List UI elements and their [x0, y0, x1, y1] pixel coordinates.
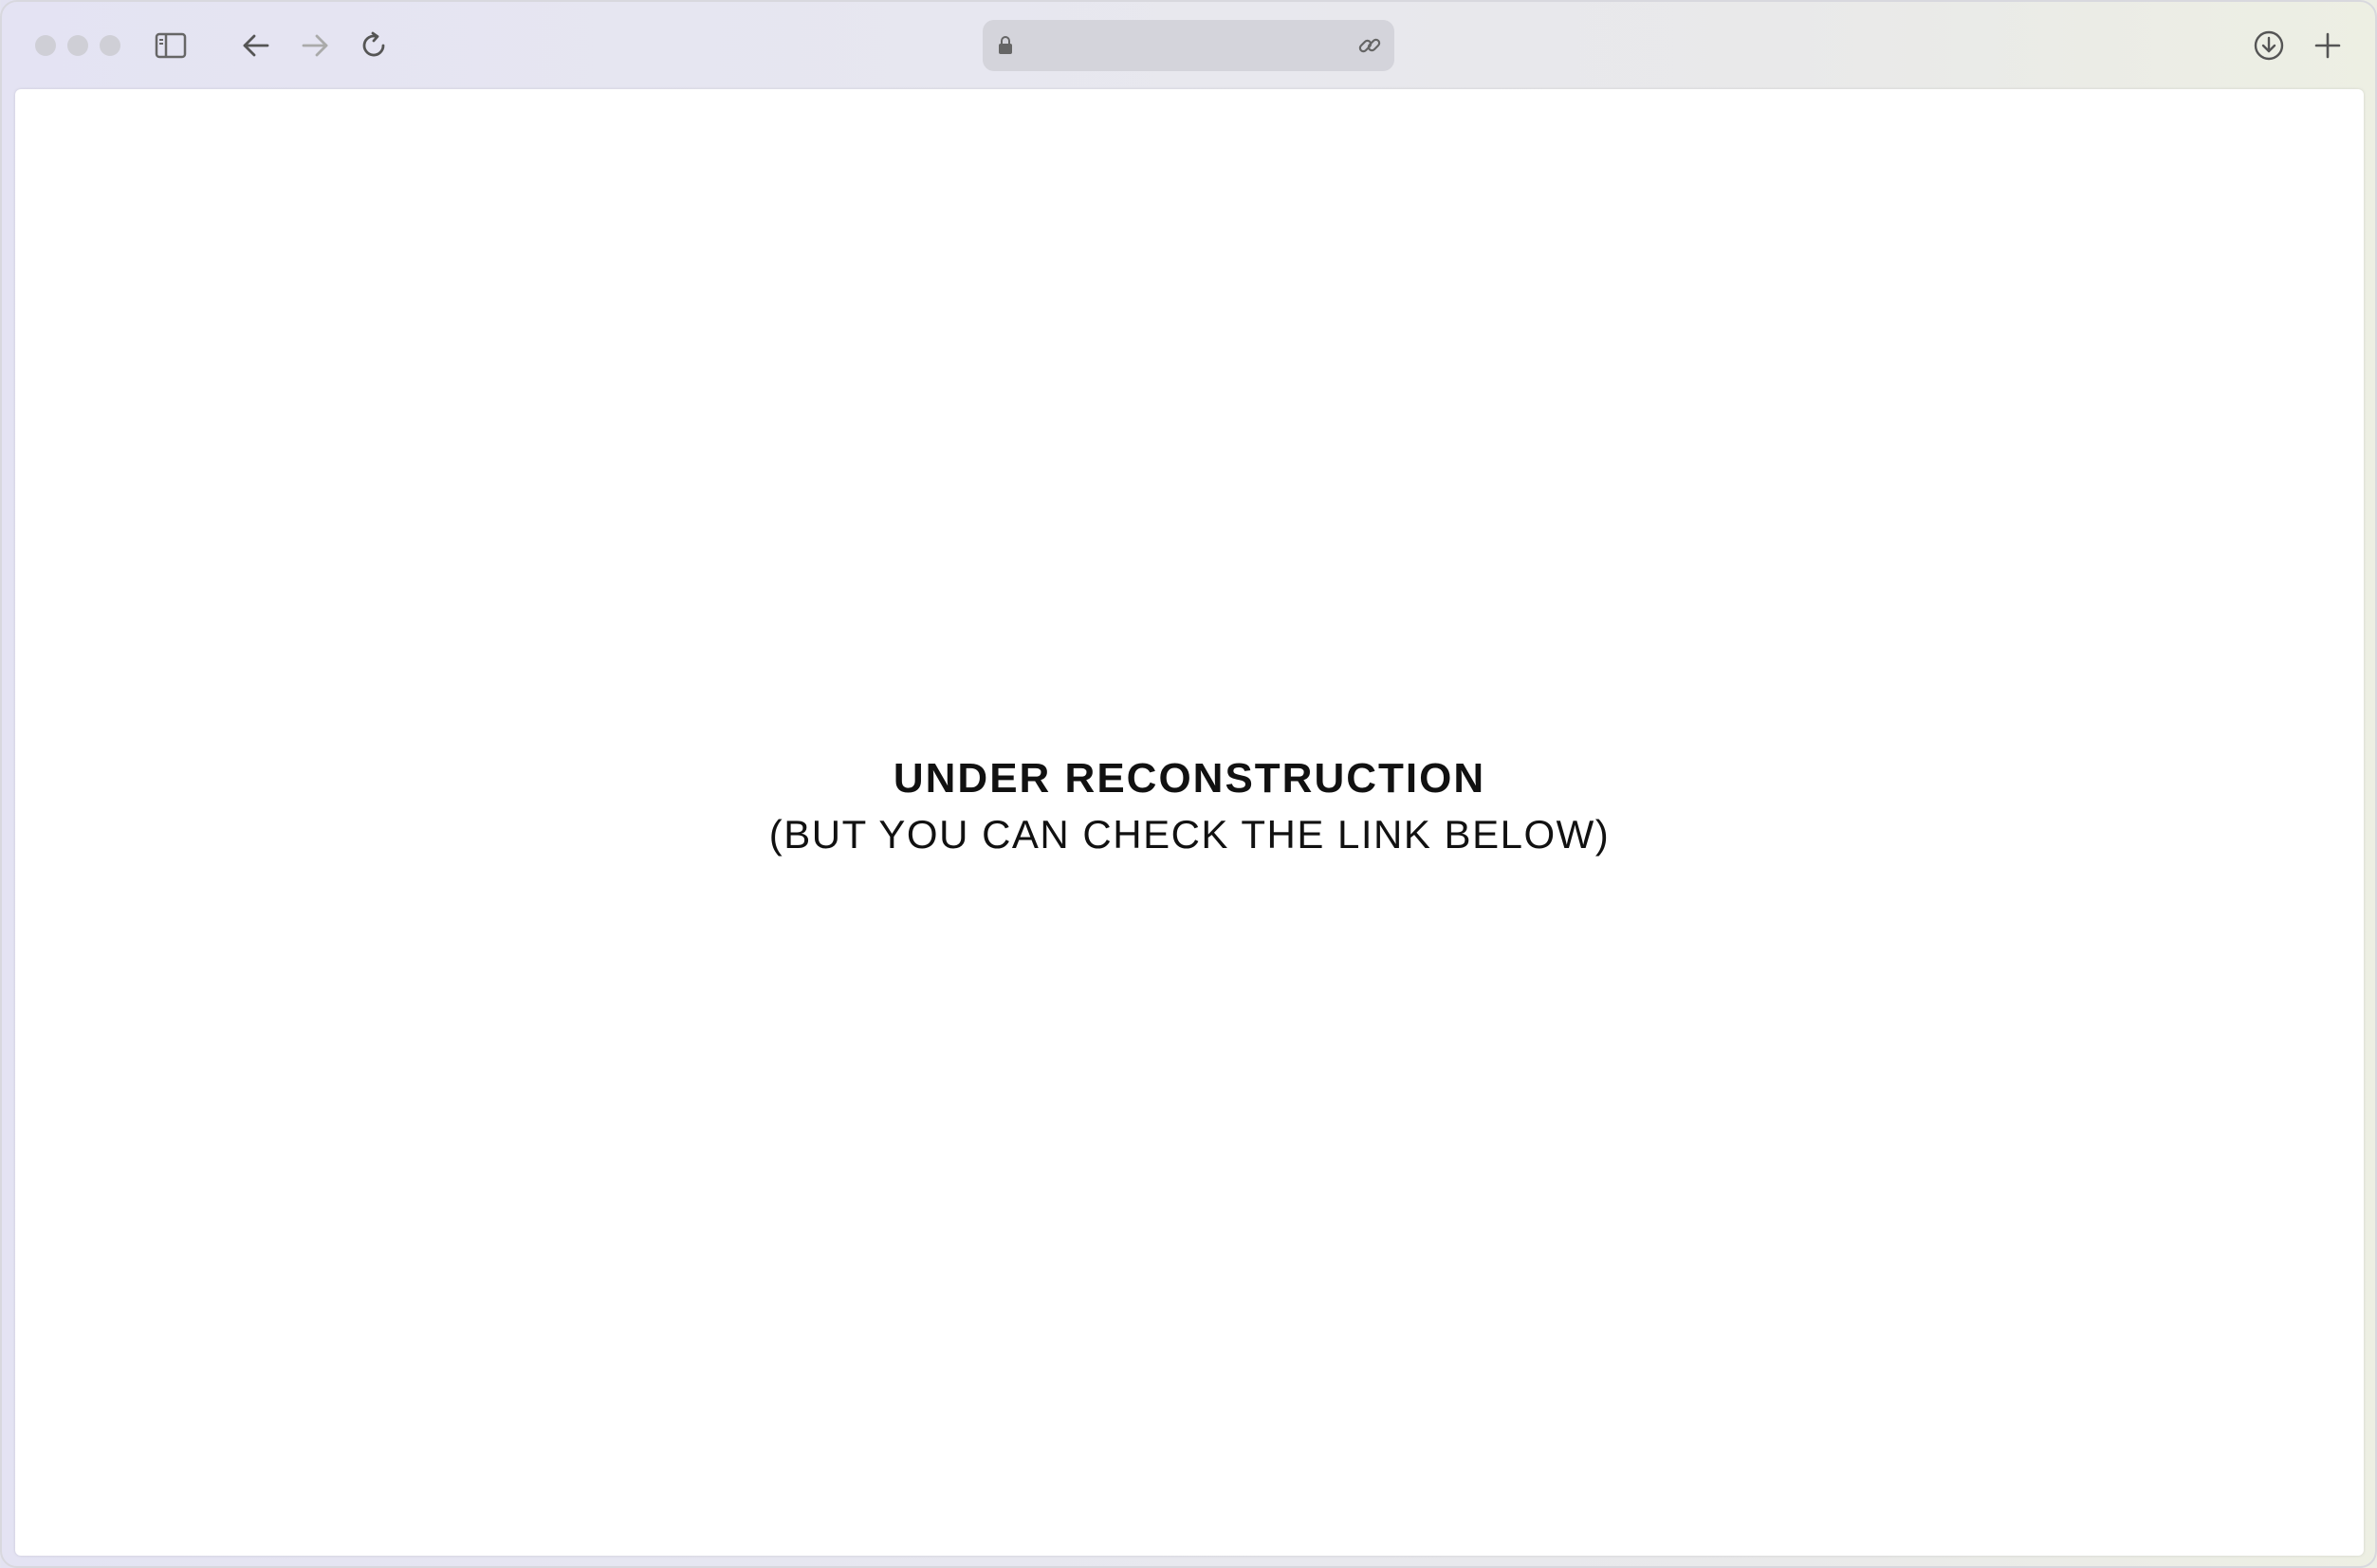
new-tab-button[interactable]	[2305, 23, 2350, 68]
sidebar-icon	[155, 32, 187, 59]
page-content: UNDER RECONSTRUCTION (BUT YOU CAN CHECK …	[15, 89, 2364, 1556]
sidebar-toggle-button[interactable]	[148, 23, 193, 68]
page-heading: UNDER RECONSTRUCTION	[893, 755, 1486, 802]
back-button[interactable]	[233, 23, 279, 68]
arrow-right-icon	[302, 34, 328, 57]
zoom-window-button[interactable]	[100, 35, 120, 56]
address-bar[interactable]	[983, 20, 1394, 71]
lock-icon	[999, 36, 1012, 54]
reload-button[interactable]	[351, 23, 396, 68]
browser-toolbar	[2, 2, 2377, 89]
arrow-left-icon	[243, 34, 269, 57]
minimize-window-button[interactable]	[67, 35, 88, 56]
plus-icon	[2314, 32, 2341, 59]
browser-window: UNDER RECONSTRUCTION (BUT YOU CAN CHECK …	[0, 0, 2377, 1568]
download-icon	[2254, 30, 2284, 61]
close-window-button[interactable]	[35, 35, 56, 56]
downloads-button[interactable]	[2246, 23, 2292, 68]
reload-icon	[362, 31, 385, 57]
page-subheading: (BUT YOU CAN CHECK THE LINK BELOW)	[768, 812, 1611, 857]
link-icon[interactable]	[1356, 32, 1383, 59]
forward-button[interactable]	[292, 23, 338, 68]
